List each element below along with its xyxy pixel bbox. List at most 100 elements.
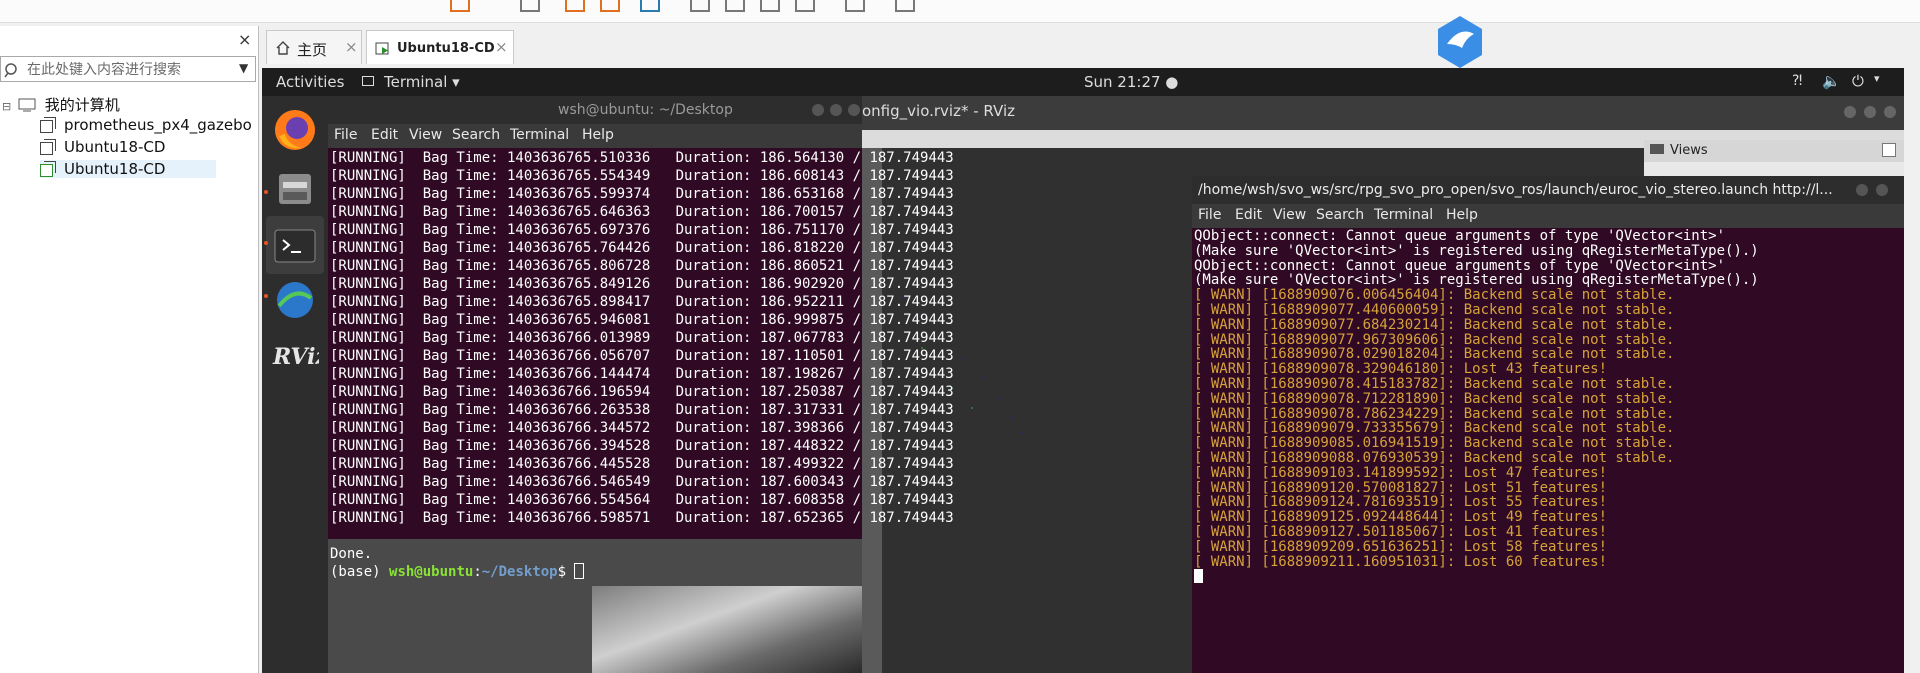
terminal-line: [RUNNING] Bag Time: 1403636765.554349 Du… [330, 168, 954, 184]
tab-close-button[interactable]: × [495, 38, 508, 56]
terminal-line: [RUNNING] Bag Time: 1403636765.646363 Du… [330, 204, 954, 220]
text-cursor [574, 563, 585, 579]
rviz-icon[interactable]: RViz [271, 330, 319, 378]
warn-line: [ WARN] [1688909120.570081827]: Lost 51 … [1194, 479, 1608, 496]
warn-line: [ WARN] [1688909077.440600059]: Backend … [1194, 302, 1675, 318]
shell-prompt[interactable]: (base) wsh@ubuntu:~/Desktop$ [330, 563, 585, 581]
chevron-down-icon[interactable]: ▼ [239, 61, 248, 75]
toolbar-icon[interactable] [895, 0, 915, 12]
menu-file[interactable]: File [334, 127, 357, 143]
rviz-title: onfig_vio.rviz* - RViz [862, 102, 1015, 120]
network-icon[interactable]: ⁈ [1792, 73, 1802, 89]
minimize-button[interactable] [1856, 184, 1868, 196]
toolbar-icon[interactable] [845, 0, 865, 12]
views-close-button[interactable] [1882, 143, 1896, 157]
close-button[interactable] [1876, 184, 1888, 196]
terminal-window-roslaunch[interactable]: /home/wsh/svo_ws/src/rpg_svo_pro_open/sv… [1192, 176, 1904, 673]
toolbar-icon[interactable] [725, 0, 745, 12]
collapse-icon[interactable]: ⊟ [2, 100, 11, 113]
tree-item-vm[interactable]: prometheus_px4_gazebo [40, 116, 252, 134]
terminal-window-rosbag[interactable]: wsh@ubuntu: ~/Desktop File Edit View Sea… [328, 96, 954, 580]
gnome-top-panel: Activities Terminal ▾ Sun 21:27 ● ⁈ 🔈 ⏻ … [262, 68, 1904, 96]
warn-line: [ WARN] [1688909124.781693519]: Lost 55 … [1194, 494, 1608, 511]
running-indicator [264, 294, 268, 298]
menu-file[interactable]: File [1198, 207, 1221, 223]
menu-help[interactable]: Help [1446, 207, 1478, 223]
activities-button[interactable]: Activities [276, 73, 344, 91]
terminal-line: [RUNNING] Bag Time: 1403636765.898417 Du… [330, 294, 954, 310]
prompt-prefix: (base) [330, 564, 390, 580]
warn-line: [ WARN] [1688909078.786234229]: Backend … [1194, 405, 1675, 422]
clock[interactable]: Sun 21:27 ● [1084, 73, 1178, 91]
menu-terminal[interactable]: Terminal [1374, 207, 1433, 223]
terminal-line: [RUNNING] Bag Time: 1403636766.196594 Du… [330, 384, 954, 400]
toolbar-icon[interactable] [450, 0, 470, 12]
terminal-line: QObject::connect: Cannot queue arguments… [1194, 257, 1726, 274]
tree-item-vm-selected[interactable]: Ubuntu18-CD [40, 160, 216, 178]
firefox-icon[interactable] [271, 106, 319, 154]
terminal-icon[interactable] [271, 222, 319, 270]
terminal-line: [RUNNING] Bag Time: 1403636766.056707 Du… [330, 348, 954, 364]
camera-image [592, 586, 862, 673]
terminal-output[interactable]: QObject::connect: Cannot queue arguments… [1192, 229, 1904, 673]
chevron-down-icon[interactable]: ▾ [1874, 72, 1880, 85]
tree-item-vm[interactable]: Ubuntu18-CD [40, 138, 165, 156]
close-button[interactable] [1884, 106, 1896, 118]
warn-line: [ WARN] [1688909077.967309606]: Backend … [1194, 331, 1675, 348]
app-globe-icon[interactable] [271, 276, 319, 324]
toolbar-icon[interactable] [600, 0, 620, 12]
terminal-output[interactable]: [RUNNING] Bag Time: 1403636765.510336 Du… [328, 149, 954, 580]
tree-root-label: 我的计算机 [44, 96, 120, 114]
vmware-logo-icon [1438, 16, 1482, 68]
close-button[interactable] [848, 104, 860, 116]
menu-search[interactable]: Search [452, 127, 500, 143]
toolbar-icon[interactable] [690, 0, 710, 12]
tree-root[interactable]: ⊟ 我的计算机 [2, 94, 120, 115]
menu-view[interactable]: View [1273, 207, 1306, 223]
toolbar-icon[interactable] [520, 0, 540, 12]
files-icon[interactable] [271, 164, 319, 212]
text-cursor [1194, 569, 1203, 584]
menu-help[interactable]: Help [582, 127, 614, 143]
search-input[interactable] [25, 60, 229, 80]
warn-line: [ WARN] [1688909078.415183782]: Backend … [1194, 376, 1675, 392]
terminal-titlebar: /home/wsh/svo_ws/src/rpg_svo_pro_open/sv… [1192, 176, 1904, 204]
terminal-titlebar: wsh@ubuntu: ~/Desktop [328, 96, 862, 124]
minimize-button[interactable] [812, 104, 824, 116]
power-icon[interactable]: ⏻ [1852, 72, 1864, 90]
app-menu[interactable]: Terminal ▾ [384, 73, 460, 91]
volume-icon[interactable]: 🔈 [1822, 72, 1841, 90]
warn-line: [ WARN] [1688909077.684230214]: Backend … [1194, 316, 1675, 333]
menu-edit[interactable]: Edit [1235, 207, 1262, 223]
terminal-line: [RUNNING] Bag Time: 1403636765.946081 Du… [330, 312, 954, 328]
warn-line: [ WARN] [1688909103.141899592]: Lost 47 … [1194, 464, 1608, 481]
toolbar-icon[interactable] [640, 0, 660, 12]
menu-view[interactable]: View [409, 127, 442, 143]
prompt-user: wsh@ubuntu [389, 564, 474, 580]
running-indicator [264, 241, 268, 245]
toolbar-icon[interactable] [795, 0, 815, 12]
tab-home[interactable]: 主页 × [266, 30, 362, 64]
tab-close-button[interactable]: × [345, 38, 358, 56]
views-header: Views [1644, 140, 1904, 162]
toolbar-icon[interactable] [760, 0, 780, 12]
vm-running-icon [375, 42, 389, 55]
library-close-button[interactable]: × [238, 30, 251, 49]
menu-terminal[interactable]: Terminal [510, 127, 569, 143]
warn-line: [ WARN] [1688909209.651636251]: Lost 58 … [1194, 538, 1608, 555]
menu-search[interactable]: Search [1316, 207, 1364, 223]
vm-screen[interactable]: Activities Terminal ▾ Sun 21:27 ● ⁈ 🔈 ⏻ … [262, 68, 1904, 673]
maximize-button[interactable] [1864, 106, 1876, 118]
warn-line: [ WARN] [1688909078.712281890]: Backend … [1194, 390, 1675, 407]
toolbar-icon[interactable] [565, 0, 585, 12]
terminal-line: [RUNNING] Bag Time: 1403636766.144474 Du… [330, 366, 954, 382]
vm-icon [40, 117, 56, 133]
minimize-button[interactable] [1844, 106, 1856, 118]
maximize-button[interactable] [830, 104, 842, 116]
views-icon [1650, 144, 1664, 154]
tab-ubuntu18-cd[interactable]: Ubuntu18-CD × [366, 30, 514, 64]
computer-icon [18, 98, 36, 112]
rviz-titlebar: onfig_vio.rviz* - RViz [862, 96, 1904, 130]
tree-item-label: prometheus_px4_gazebo [64, 116, 252, 134]
menu-edit[interactable]: Edit [371, 127, 398, 143]
